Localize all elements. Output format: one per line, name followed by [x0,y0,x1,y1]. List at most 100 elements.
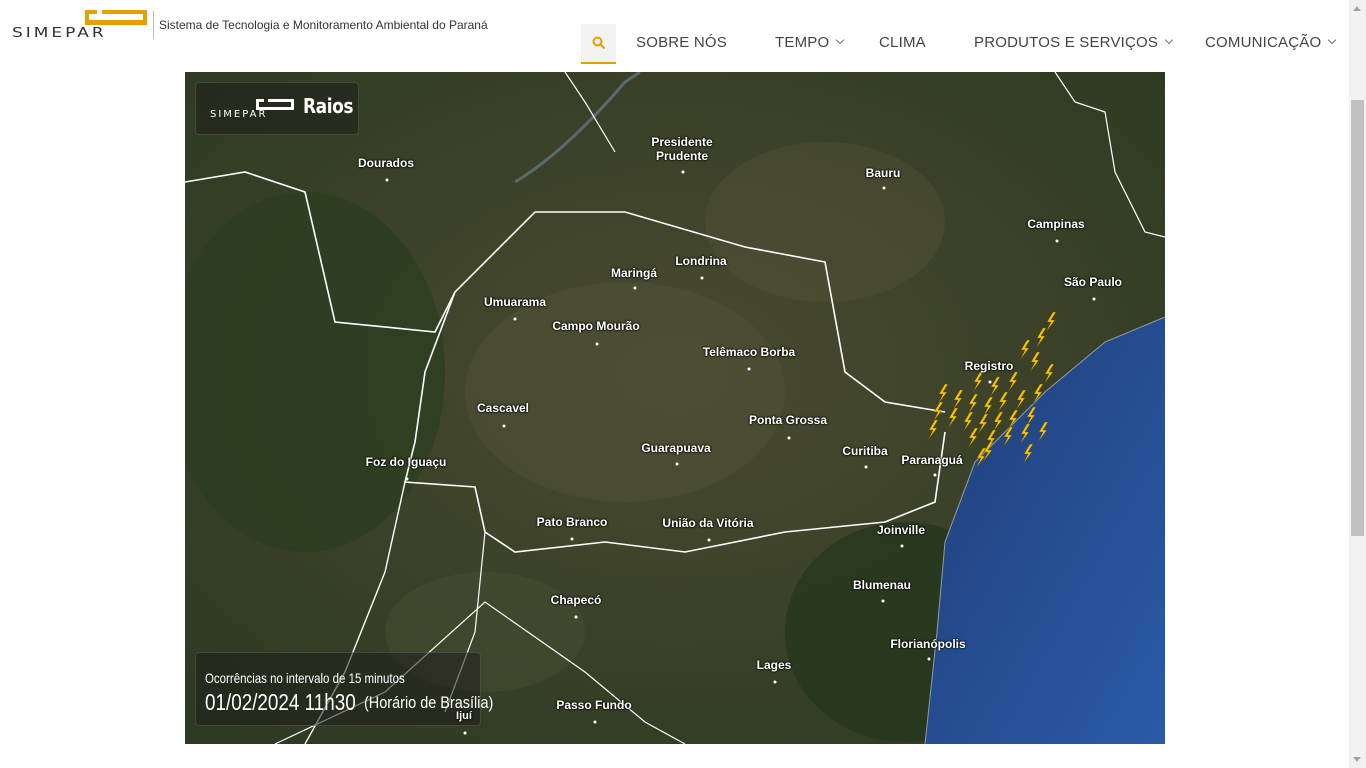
city-dot [385,178,389,182]
logo-divider [153,11,154,39]
chevron-down-icon [1164,35,1174,45]
observation-datetime: 01/02/2024 11h30 [205,689,356,715]
city-label: Campo Mourão [552,319,640,333]
simepar-logo[interactable]: SIMEPAR [10,9,150,41]
city-dot [593,720,597,724]
city-dot [933,473,937,477]
chevron-down-icon [836,35,845,45]
lightning-icon [972,371,984,393]
city-label: Guarapuava [641,441,711,455]
lightning-icon [967,427,979,449]
svg-text:SIMEPAR: SIMEPAR [210,109,267,119]
city-dot [1055,239,1059,243]
city-label: Registro [964,359,1014,373]
city-dot [707,538,711,542]
city-label: Telêmaco Borba [702,345,796,359]
site-tagline: Sistema de Tecnologia e Monitoramento Am… [159,18,488,32]
svg-text:SIMEPAR: SIMEPAR [12,25,107,41]
lightning-map[interactable]: SIMEPAR Raios Dourados Presidente Pruden… [185,72,1165,744]
city-label: Passo Fundo [556,698,632,712]
city-dot [681,170,685,174]
city-dot [574,615,578,619]
city-dot [747,367,751,371]
city-label: Blumenau [852,578,912,592]
city-label: União da Vitória [662,516,754,530]
lightning-icon [937,383,949,405]
nav-comunicacao[interactable]: COMUNICAÇÃO [1205,34,1337,51]
map-title: Raios [303,94,354,118]
lightning-icon [1007,371,1019,393]
city-dot [675,462,679,466]
site-header: SIMEPAR Sistema de Tecnologia e Monitora… [0,0,1349,72]
scroll-down-arrow-icon[interactable] [1353,757,1361,762]
city-label: Campinas [1027,217,1085,231]
lightning-icon [952,389,964,411]
lightning-icon [1002,426,1014,448]
timestamp-panel: Ocorrências no intervalo de 15 minutos 0… [195,652,493,726]
city-dot [773,680,777,684]
lightning-icon [1043,363,1055,385]
lightning-icon [1015,389,1027,411]
lightning-icon [982,441,994,463]
city-dot [787,436,791,440]
city-dot [513,317,517,321]
search-icon [592,36,605,50]
lightning-icon [989,376,1001,398]
city-label: Umuarama [483,295,547,309]
city-label: Paranaguá [901,453,963,467]
chevron-down-icon [1328,35,1337,45]
city-label: Joinville [876,523,926,537]
nav-produtos-servicos[interactable]: PRODUTOS E SERVIÇOS [974,34,1174,51]
city-label: Maringá [610,266,658,280]
city-dot [405,477,409,481]
lightning-icon [962,411,974,433]
city-dot [1092,297,1096,301]
search-button[interactable] [581,24,616,64]
city-label: Florianópolis [890,637,966,651]
city-dot [595,342,599,346]
lightning-icon [967,393,979,415]
lightning-icon [1035,327,1047,349]
city-label: Presidente Prudente [651,135,713,163]
simepar-badge-logo: SIMEPAR [210,99,294,119]
city-dot [881,599,885,603]
city-dot [882,186,886,190]
lightning-layer [927,311,1057,469]
scrollbar-thumb[interactable] [1351,100,1364,536]
city-label: Curitiba [842,444,888,458]
lightning-icon [927,419,939,441]
map-title-badge: SIMEPAR Raios [195,82,359,135]
city-dot [633,286,637,290]
interval-caption: Ocorrências no intervalo de 15 minutos [205,670,405,686]
lightning-icon [1045,311,1057,333]
timezone-label: (Horário de Brasília) [364,693,494,712]
city-dot [864,465,868,469]
lightning-icon [1019,339,1031,361]
lightning-icon [997,391,1009,413]
city-label: Dourados [357,156,415,170]
nav-clima[interactable]: CLIMA [879,34,926,51]
city-dot [927,657,931,661]
city-dot [570,537,574,541]
nav-tempo[interactable]: TEMPO [775,34,845,51]
city-label: Cascavel [476,401,530,415]
lightning-icon [1037,421,1049,443]
city-dot [700,276,704,280]
lightning-icon [1032,383,1044,405]
city-label: Ponta Grossa [748,413,828,427]
scroll-up-arrow-icon[interactable] [1353,6,1361,11]
city-dot [502,424,506,428]
lightning-icon [1029,351,1041,373]
city-label: Bauru [865,166,901,180]
nav-sobre-nos[interactable]: SOBRE NÓS [636,34,727,51]
city-label: Foz do Iguaçu [365,455,447,469]
city-dot [463,731,467,735]
city-label: Ijuí [456,710,472,722]
city-label: Chapecó [550,593,602,607]
lightning-icon [947,407,959,429]
city-label: Lages [756,658,792,672]
city-dot [900,544,904,548]
lightning-icon [932,401,944,423]
lightning-icon [1022,443,1034,465]
city-label: Pato Branco [536,515,608,529]
